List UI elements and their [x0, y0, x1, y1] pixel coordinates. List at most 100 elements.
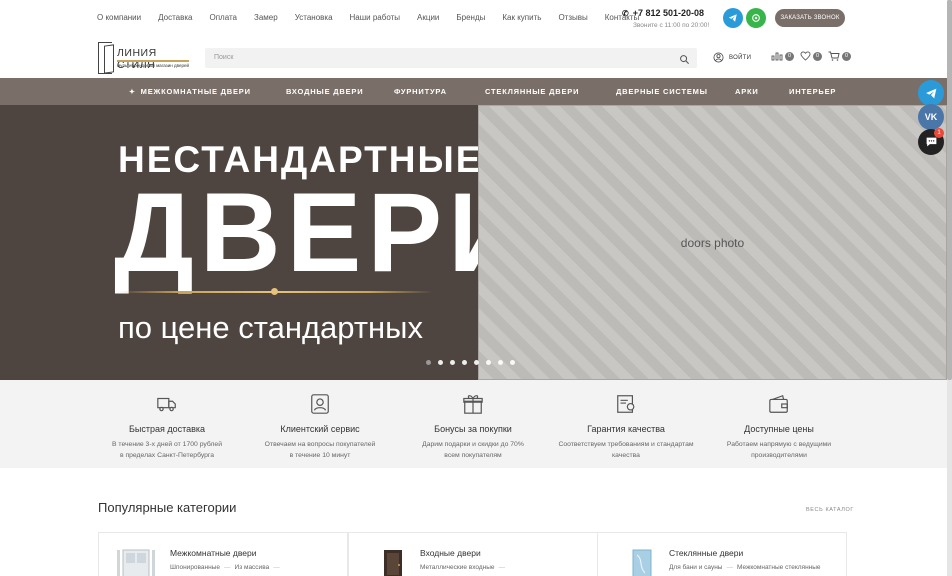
hero-text-panel: НЕСТАНДАРТНЫЕ ДВЕРИ по цене стандартных [0, 105, 529, 380]
feature-service-title: Клиентский сервис [280, 424, 360, 434]
hero-doors-image: doors photo [478, 105, 947, 380]
compare-icon [771, 52, 783, 61]
category-card-glass[interactable]: Стеклянные двери Для бани и сауны — Межком… [597, 532, 847, 576]
category-entrance-subs: Металлические входные — [420, 564, 509, 571]
topnav-brands[interactable]: Бренды [456, 13, 485, 22]
nav-entrance-doors[interactable]: ВХОДНЫЕ ДВЕРИ [286, 87, 363, 96]
gift-icon [398, 393, 548, 415]
login-label: ВОЙТИ [729, 54, 752, 61]
feature-quality-title: Гарантия качества [587, 424, 665, 434]
slider-dot[interactable] [510, 360, 515, 365]
top-bar: О компании Доставка Оплата Замер Установ… [0, 0, 952, 38]
topnav-measure[interactable]: Замер [254, 13, 278, 22]
slider-dot[interactable] [438, 360, 443, 365]
category-glass-sub-interior-glass[interactable]: Межкомнатные стеклянные [737, 564, 821, 571]
category-glass-subs: Для бани и сауны — Межкомнатные стеклянные [669, 564, 821, 571]
main-navigation: ✦ МЕЖКОМНАТНЫЕ ДВЕРИ ВХОДНЫЕ ДВЕРИ ФУРНИТ… [0, 78, 952, 105]
feature-bonuses-line2: всем покупателям [444, 452, 502, 459]
compare-counter[interactable]: 0 [771, 51, 794, 61]
nav-interior-doors-label: МЕЖКОМНАТНЫЕ ДВЕРИ [140, 87, 251, 96]
feature-prices-desc: Работаем напрямую с ведущими производител… [704, 439, 854, 461]
feature-bonuses: Бонусы за покупки Дарим подарки и скидки… [398, 393, 548, 461]
top-navigation: О компании Доставка Оплата Замер Установ… [97, 13, 656, 22]
logo[interactable]: ЛИНИЯ СТИЛЯ мультибрендовый магазин двер… [98, 42, 193, 74]
telegram-button[interactable] [723, 8, 743, 28]
whatsapp-icon [752, 14, 760, 22]
feature-service-desc: Отвечаем на вопросы покупателей в течение… [245, 439, 395, 461]
header: ЛИНИЯ СТИЛЯ мультибрендовый магазин двер… [0, 38, 952, 78]
feature-prices-line2: производителями [751, 452, 807, 459]
category-interior-sub-veneer[interactable]: Шпонированные [170, 564, 220, 571]
phone-number[interactable]: +7 812 501-20-08 [633, 8, 704, 18]
topnav-installation[interactable]: Установка [295, 13, 333, 22]
search-input[interactable]: Поиск [205, 48, 697, 68]
topnav-our-works[interactable]: Наши работы [350, 13, 401, 22]
cart-counter[interactable]: 0 [828, 51, 851, 61]
working-hours: Звоните с 11:00 по 20:00! [633, 22, 710, 29]
topnav-how-to-buy[interactable]: Как купить [502, 13, 541, 22]
feature-delivery-desc: В течение 3-х дней от 1700 рублей в преде… [92, 439, 242, 461]
category-interior-name[interactable]: Межкомнатные двери [170, 548, 256, 558]
star-icon: ✦ [129, 89, 136, 96]
all-catalog-link[interactable]: ВЕСЬ КАТАЛОГ [806, 507, 854, 513]
slider-dot[interactable] [426, 360, 431, 365]
feature-prices-line1: Работаем напрямую с ведущими [726, 441, 832, 448]
feature-quality-line2: качества [612, 452, 640, 459]
nav-glass-doors[interactable]: СТЕКЛЯННЫЕ ДВЕРИ [485, 87, 579, 96]
logo-underline [117, 60, 189, 62]
topnav-reviews[interactable]: Отзывы [558, 13, 587, 22]
telegram-icon [925, 88, 936, 98]
logo-door-mark [104, 44, 114, 74]
scrollbar-thumb[interactable] [947, 0, 952, 380]
hero-headline-main: ДВЕРИ [114, 170, 535, 295]
slider-dot[interactable] [450, 360, 455, 365]
login-button[interactable]: ВОЙТИ [713, 52, 751, 63]
hero-subheadline: по цене стандартных [118, 310, 423, 345]
nav-hardware[interactable]: ФУРНИТУРА [394, 87, 447, 96]
category-entrance-name[interactable]: Входные двери [420, 548, 481, 558]
topnav-payment[interactable]: Оплата [209, 13, 237, 22]
topnav-about[interactable]: О компании [97, 13, 141, 22]
category-glass-sub-sauna[interactable]: Для бани и сауны [669, 564, 722, 571]
category-card-entrance[interactable]: Входные двери Металлические входные — [348, 532, 598, 576]
nav-interior[interactable]: ИНТЕРЬЕР [789, 87, 836, 96]
phone-row[interactable]: ✆ +7 812 501-20-08 [622, 8, 709, 18]
category-card-interior[interactable]: Межкомнатные двери Шпонированные — Из масс… [98, 532, 348, 576]
popular-categories-title: Популярные категории [98, 500, 237, 515]
support-agent-icon [245, 393, 395, 415]
slider-dot[interactable] [462, 360, 467, 365]
feature-delivery-line1: В течение 3-х дней от 1700 рублей [111, 441, 223, 448]
vk-icon: VK [924, 112, 938, 122]
favorites-counter[interactable]: 0 [800, 51, 822, 61]
category-entrance-sub-metal[interactable]: Металлические входные [420, 564, 495, 571]
hero-slider[interactable]: НЕСТАНДАРТНЫЕ ДВЕРИ по цене стандартных … [0, 105, 947, 380]
page-scrollbar[interactable] [947, 0, 952, 576]
slider-dot[interactable] [474, 360, 479, 365]
topnav-delivery[interactable]: Доставка [158, 13, 192, 22]
order-call-button[interactable]: ЗАКАЗАТЬ ЗВОНОК [775, 9, 845, 27]
whatsapp-button[interactable] [746, 8, 766, 28]
slider-dot[interactable] [486, 360, 491, 365]
category-glass-thumb [615, 549, 655, 576]
search-placeholder: Поиск [214, 54, 234, 61]
separator-dash: — [273, 564, 280, 571]
search-icon[interactable] [679, 52, 690, 70]
favorites-count-badge: 0 [813, 51, 822, 61]
category-interior-subs: Шпонированные — Из массива — [170, 564, 284, 571]
wallet-icon [704, 393, 854, 415]
separator-dash: — [498, 564, 506, 571]
category-entrance-thumb [366, 549, 406, 576]
slider-dot[interactable] [498, 360, 503, 365]
chat-icon [926, 137, 936, 147]
nav-arches[interactable]: АРКИ [735, 87, 759, 96]
category-interior-sub-solid[interactable]: Из массива [235, 564, 270, 571]
certificate-icon [551, 393, 701, 415]
nav-door-systems[interactable]: ДВЕРНЫЕ СИСТЕМЫ [616, 87, 708, 96]
nav-interior-doors[interactable]: ✦ МЕЖКОМНАТНЫЕ ДВЕРИ [129, 87, 251, 96]
category-glass-name[interactable]: Стеклянные двери [669, 548, 743, 558]
side-telegram-button[interactable] [918, 80, 944, 106]
feature-quality-desc: Соответствуем требованиям и стандартам ка… [551, 439, 701, 461]
hero-divider-dot [271, 288, 278, 295]
side-vk-button[interactable]: VK [918, 104, 944, 130]
topnav-promotions[interactable]: Акции [417, 13, 439, 22]
